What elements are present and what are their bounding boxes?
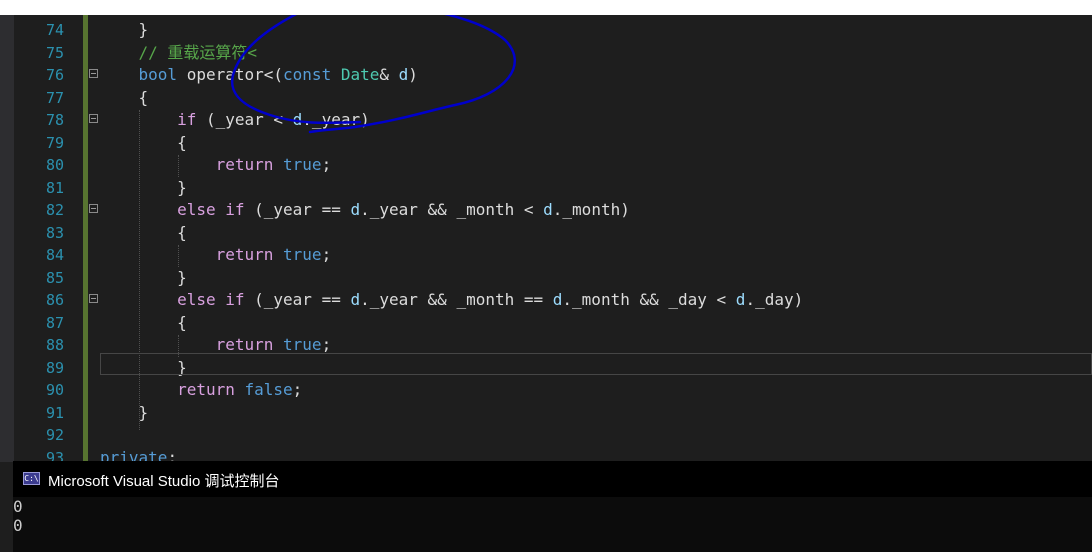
debug-console-window[interactable]: C:\ Microsoft Visual Studio 调试控制台 0 0 [13,461,1092,552]
console-output-line: 0 [13,516,23,535]
console-title: Microsoft Visual Studio 调试控制台 [48,473,280,490]
console-app-icon: C:\ [23,472,40,485]
code-editor[interactable]: 74 } 75 // 重载运算符< 76 bool operator<(const … [0,15,1092,462]
hand-drawn-circle-annotation [230,15,517,134]
console-title-bar[interactable]: C:\ Microsoft Visual Studio 调试控制台 [13,461,1092,497]
top-window-strip [0,0,1092,15]
console-output: 0 0 [13,497,1092,535]
console-output-line: 0 [13,497,23,516]
